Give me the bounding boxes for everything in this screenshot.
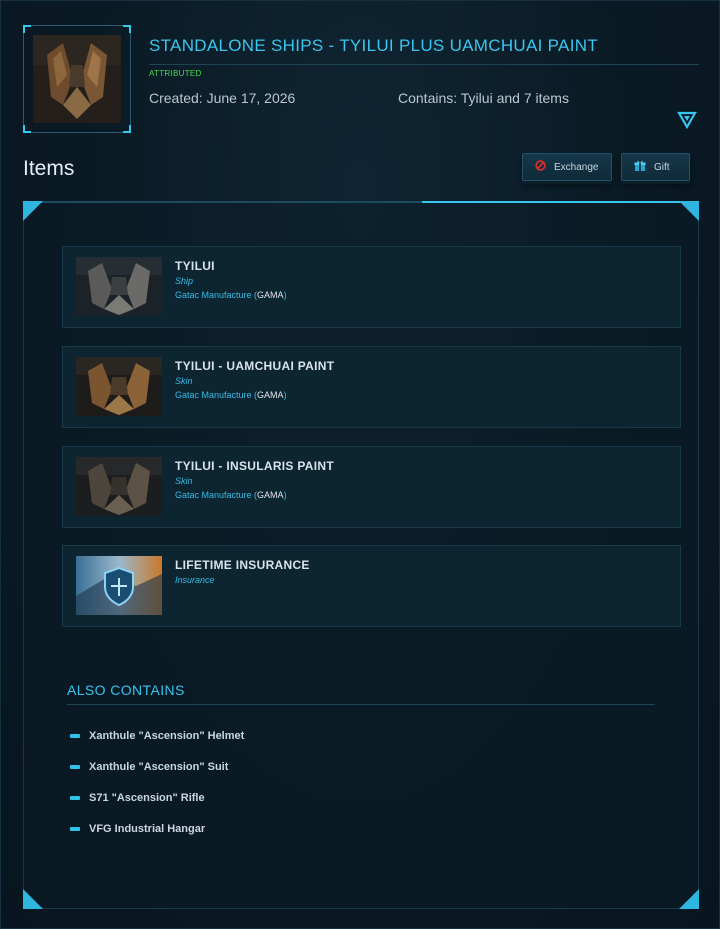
panel-corner: [23, 889, 43, 909]
list-item[interactable]: TYILUI Ship Gatac Manufacture (GAMA): [62, 246, 681, 328]
also-contains-label: Xanthule "Ascension" Suit: [89, 761, 229, 773]
panel-corner: [679, 889, 699, 909]
package-title: STANDALONE SHIPS - TYILUI PLUS UAMCHUAI …: [149, 36, 699, 65]
also-contains-label: VFG Industrial Hangar: [89, 823, 206, 835]
list-item: S71 "Ascension" Rifle: [70, 792, 205, 804]
no-entry-icon: [535, 160, 546, 174]
item-manufacturer: Gatac Manufacture (GAMA): [175, 390, 287, 400]
ship-image: [76, 457, 162, 516]
manufacturer-code: GAMA: [257, 490, 284, 500]
ship-image: [76, 257, 162, 316]
list-item: VFG Industrial Hangar: [70, 823, 205, 835]
status-badge: ATTRIBUTED: [149, 69, 202, 78]
items-heading: Items: [23, 157, 75, 180]
gift-box-icon: [634, 160, 646, 175]
item-name: TYILUI: [175, 259, 215, 273]
list-item[interactable]: LIFETIME INSURANCE Insurance: [62, 545, 681, 627]
gift-label: Gift: [654, 161, 670, 173]
item-manufacturer: Gatac Manufacture (GAMA): [175, 490, 287, 500]
bullet: [70, 765, 80, 769]
bullet: [70, 827, 80, 831]
item-type: Insurance: [175, 575, 215, 585]
list-item[interactable]: TYILUI - UAMCHUAI PAINT Skin Gatac Manuf…: [62, 346, 681, 428]
bullet: [70, 734, 80, 738]
item-name: TYILUI - INSULARIS PAINT: [175, 459, 334, 473]
exchange-label: Exchange: [554, 161, 599, 173]
list-item: Xanthule "Ascension" Suit: [70, 761, 228, 773]
package-thumbnail[interactable]: [23, 25, 131, 133]
list-item[interactable]: TYILUI - INSULARIS PAINT Skin Gatac Manu…: [62, 446, 681, 528]
item-manufacturer: Gatac Manufacture (GAMA): [175, 290, 287, 300]
panel-corner: [23, 201, 43, 221]
exchange-button[interactable]: Exchange: [522, 153, 612, 181]
gift-button[interactable]: Gift: [621, 153, 690, 181]
contains-summary: Contains: Tyilui and 7 items: [398, 90, 569, 106]
also-contains-label: S71 "Ascension" Rifle: [89, 792, 205, 804]
panel-divider: [23, 201, 699, 203]
item-name: LIFETIME INSURANCE: [175, 558, 310, 572]
also-contains-label: Xanthule "Ascension" Helmet: [89, 730, 245, 742]
pledge-page: STANDALONE SHIPS - TYILUI PLUS UAMCHUAI …: [0, 0, 720, 929]
triangle-down-icon[interactable]: [677, 111, 697, 130]
panel-corner: [679, 201, 699, 221]
manufacturer-code: GAMA: [257, 390, 284, 400]
list-item: Xanthule "Ascension" Helmet: [70, 730, 244, 742]
insurance-image: [76, 556, 162, 615]
ship-image: [76, 357, 162, 416]
manufacturer-code: GAMA: [257, 290, 284, 300]
item-type: Skin: [175, 476, 193, 486]
item-type: Skin: [175, 376, 193, 386]
created-date: Created: June 17, 2026: [149, 90, 296, 106]
item-type: Ship: [175, 276, 194, 286]
also-contains-title: ALSO CONTAINS: [67, 682, 655, 705]
bullet: [70, 796, 80, 800]
ship-image: [33, 35, 121, 123]
item-name: TYILUI - UAMCHUAI PAINT: [175, 359, 335, 373]
